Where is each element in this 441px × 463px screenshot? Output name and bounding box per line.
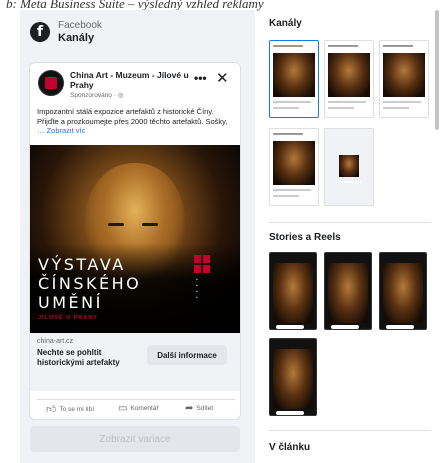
ad-primary-text: Impozantní stálá expozice artefaktů z hi… bbox=[37, 107, 235, 136]
feeds-section-title: Kanály bbox=[269, 18, 302, 29]
placement-thumb-feed-5[interactable] bbox=[324, 128, 374, 206]
placements-panel: Kanály Stories a Reels V článku bbox=[260, 10, 441, 463]
page-avatar[interactable] bbox=[38, 70, 64, 96]
comment-icon: ▭ bbox=[118, 403, 128, 414]
ad-card: China Art - Muzeum - Jílové u Prahy Spon… bbox=[29, 62, 241, 420]
placement-thumb-feed-4[interactable] bbox=[269, 128, 319, 206]
close-icon[interactable]: ✕ bbox=[216, 69, 229, 87]
exhibit-title: VÝSTAVA ČÍNSKÉHO UMĚNÍ bbox=[38, 255, 142, 312]
show-variants-button[interactable]: Zobrazit variace bbox=[30, 426, 240, 452]
placement-thumb-story-1[interactable] bbox=[269, 252, 317, 330]
placement-header: f Facebook Kanály bbox=[30, 20, 102, 44]
placement-thumb-feed-2[interactable] bbox=[324, 40, 374, 118]
logo-decoration-icon: ▪ ▪ ▪ ▪ bbox=[196, 277, 198, 301]
placements-scrollbar[interactable] bbox=[435, 10, 439, 130]
more-options-icon[interactable]: ••• bbox=[194, 71, 207, 85]
placement-thumb-reel-2[interactable] bbox=[269, 338, 317, 416]
platform-name: Facebook bbox=[58, 20, 102, 31]
placement-thumb-feed-3[interactable] bbox=[379, 40, 429, 118]
stories-section-title: Stories a Reels bbox=[269, 232, 341, 243]
placement-name: Kanály bbox=[58, 32, 95, 44]
share-button[interactable]: ➦ Sdílet bbox=[185, 403, 213, 414]
placement-thumb-story-2[interactable] bbox=[324, 252, 372, 330]
like-button[interactable]: 👍︎ To se mi líbí bbox=[46, 403, 94, 415]
brand-logo-icon bbox=[45, 77, 57, 89]
section-divider bbox=[269, 222, 431, 223]
ad-link-footer[interactable]: china-art.cz Nechte se pohltit historick… bbox=[30, 333, 240, 391]
ad-header: China Art - Muzeum - Jílové u Prahy Spon… bbox=[30, 63, 240, 103]
articles-section-title: V článku bbox=[269, 442, 311, 453]
sponsored-label: Sponzorováno · ◎ bbox=[70, 92, 124, 99]
ad-image[interactable]: VÝSTAVA ČÍNSKÉHO UMĚNÍ JÍLOVÉ U PRAHY ▪ ▪… bbox=[30, 145, 240, 333]
facebook-logo-icon: f bbox=[30, 22, 50, 42]
comment-button[interactable]: ▭ Komentář bbox=[118, 403, 159, 414]
see-more-link[interactable]: … Zobrazit víc bbox=[37, 126, 85, 135]
ad-preview-panel: f Facebook Kanály China Art - Muzeum - J… bbox=[20, 10, 255, 463]
placement-thumb-reel-1[interactable] bbox=[379, 252, 427, 330]
link-headline: Nechte se pohltit historickými artefakty bbox=[37, 348, 120, 367]
link-domain: china-art.cz bbox=[37, 338, 74, 345]
primary-text: Impozantní stálá expozice artefaktů z hi… bbox=[37, 107, 228, 126]
share-icon: ➦ bbox=[185, 403, 194, 414]
learn-more-button[interactable]: Další informace bbox=[147, 345, 227, 365]
actions-divider bbox=[37, 399, 235, 400]
placement-thumb-feed-1[interactable] bbox=[269, 40, 319, 118]
page-name[interactable]: China Art - Muzeum - Jílové u Prahy bbox=[70, 70, 190, 90]
exhibit-subtitle: JÍLOVÉ U PRAHY bbox=[38, 315, 98, 321]
museum-logo-icon bbox=[194, 255, 210, 273]
section-divider bbox=[269, 430, 431, 431]
thumbs-up-icon: 👍︎ bbox=[46, 404, 57, 415]
